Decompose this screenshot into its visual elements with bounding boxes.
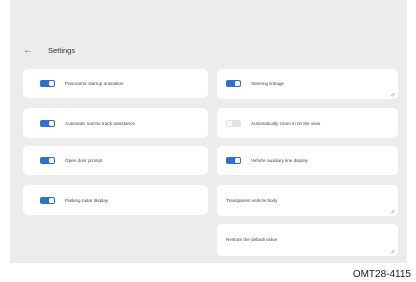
corner-resize-icon <box>390 249 394 253</box>
toggle-switch[interactable] <box>226 80 241 87</box>
figure-code: OMT28-4115 <box>352 269 411 280</box>
toggle-switch[interactable] <box>40 197 55 204</box>
settings-header: ← Settings <box>20 42 75 58</box>
toggle-switch[interactable] <box>40 80 55 87</box>
setting-automatic-narrow-track-assistance[interactable]: Automatic narrow track assistance <box>23 108 208 138</box>
arrow-left-icon: ← <box>23 44 33 56</box>
toggle-switch[interactable] <box>226 120 241 127</box>
back-button[interactable]: ← <box>20 42 36 58</box>
setting-label: Steering linkage <box>251 81 284 86</box>
setting-parking-radar-display[interactable]: Parking radar display <box>23 185 208 215</box>
setting-label: Automatically zoom in on the view <box>251 121 321 126</box>
toggle-switch[interactable] <box>226 157 241 164</box>
setting-open-door-prompt[interactable]: Open door prompt <box>23 146 208 175</box>
corner-resize-icon <box>390 209 394 213</box>
setting-label: Parking radar display <box>65 198 109 203</box>
corner-resize-icon <box>390 92 394 96</box>
setting-label: Open door prompt <box>65 158 103 163</box>
toggle-switch[interactable] <box>40 120 55 127</box>
setting-label: Panoramic startup animation <box>65 81 124 86</box>
setting-label: Restore the default value <box>226 237 278 242</box>
setting-steering-linkage[interactable]: Steering linkage <box>217 69 398 99</box>
setting-vehicle-auxiliary-line-display[interactable]: Vehicle auxiliary line display <box>217 146 398 175</box>
setting-label: Transparent vehicle body <box>226 198 278 203</box>
setting-panoramic-startup-animation[interactable]: Panoramic startup animation <box>23 69 208 98</box>
settings-screen: ← Settings Panoramic startup animation A… <box>10 0 407 263</box>
setting-automatically-zoom-in-on-the-view[interactable]: Automatically zoom in on the view <box>217 108 398 138</box>
setting-label: Automatic narrow track assistance <box>65 121 135 126</box>
page-title: Settings <box>48 45 76 55</box>
setting-restore-default-value[interactable]: Restore the default value <box>217 224 398 256</box>
toggle-switch[interactable] <box>40 157 55 164</box>
setting-transparent-vehicle-body[interactable]: Transparent vehicle body <box>217 185 398 216</box>
setting-label: Vehicle auxiliary line display <box>251 158 308 163</box>
